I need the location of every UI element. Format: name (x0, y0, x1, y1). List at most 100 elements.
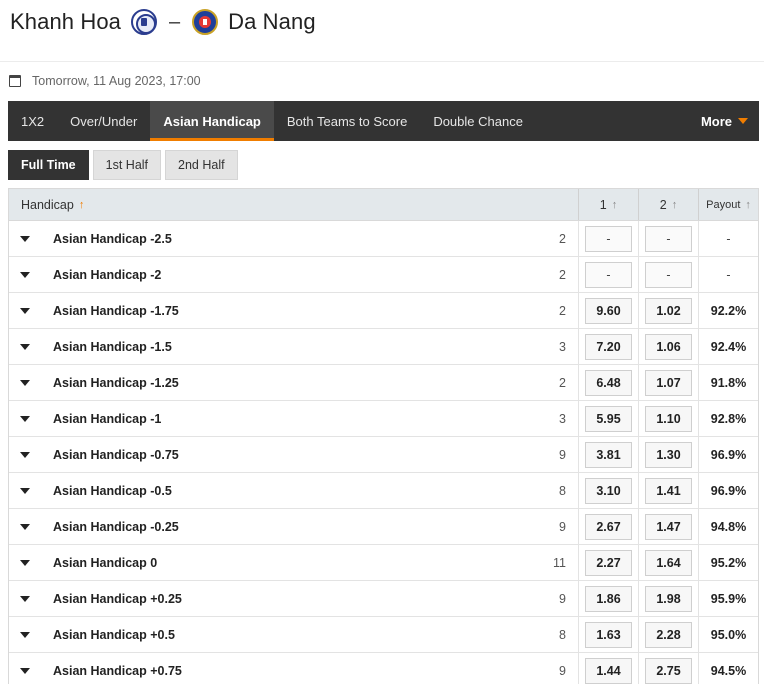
odd-1-button[interactable]: 6.48 (585, 369, 632, 396)
tab-double-chance[interactable]: Double Chance (420, 101, 536, 141)
handicap-cell[interactable]: Asian Handicap +0.5 8 (9, 617, 578, 652)
handicap-cell[interactable]: Asian Handicap -2.5 2 (9, 221, 578, 256)
tab-asian-handicap[interactable]: Asian Handicap (150, 101, 274, 141)
expand-triangle-icon[interactable] (20, 379, 30, 386)
match-title: Khanh Hoa – Da Nang (10, 6, 316, 38)
handicap-cell[interactable]: Asian Handicap 0 11 (9, 545, 578, 580)
odd-1-cell: 6.48 (578, 365, 638, 400)
handicap-cell[interactable]: Asian Handicap -1.25 2 (9, 365, 578, 400)
table-body: Asian Handicap -2.5 2- - - Asian Handicap -2… (9, 221, 758, 684)
handicap-cell[interactable]: Asian Handicap +0.75 9 (9, 653, 578, 684)
odd-1-cell: - (578, 257, 638, 292)
odd-2-button[interactable]: 1.64 (645, 549, 692, 576)
expand-triangle-icon[interactable] (20, 559, 30, 566)
bookmaker-count: 3 (559, 339, 566, 354)
payout-value: 96.9% (698, 473, 758, 508)
odd-1-button[interactable]: 9.60 (585, 297, 632, 324)
odd-1-button[interactable]: 1.44 (585, 657, 632, 684)
header-payout-label: Payout (706, 198, 741, 211)
expand-triangle-icon[interactable] (20, 631, 30, 638)
odd-1-button[interactable]: 3.10 (585, 477, 632, 504)
odd-2-button[interactable]: 1.98 (645, 585, 692, 612)
odd-1-button[interactable]: 2.27 (585, 549, 632, 576)
odd-1-cell: - (578, 221, 638, 256)
odd-1-button[interactable]: 5.95 (585, 405, 632, 432)
sort-up-icon: ↑ (78, 198, 85, 211)
expand-triangle-icon[interactable] (20, 595, 30, 602)
payout-value: 95.9% (698, 581, 758, 616)
expand-triangle-icon[interactable] (20, 415, 30, 422)
match-datetime: Tomorrow, 11 Aug 2023, 17:00 (32, 74, 201, 88)
odd-2-button[interactable]: 2.28 (645, 621, 692, 648)
period-1st-half[interactable]: 1st Half (92, 150, 162, 180)
expand-triangle-icon[interactable] (20, 451, 30, 458)
odd-1-button[interactable]: 1.63 (585, 621, 632, 648)
odd-1-button[interactable]: 1.86 (585, 585, 632, 612)
payout-value: 92.4% (698, 329, 758, 364)
tab-over-under[interactable]: Over/Under (57, 101, 150, 141)
odd-1-button[interactable]: 7.20 (585, 333, 632, 360)
handicap-cell[interactable]: Asian Handicap -1.75 2 (9, 293, 578, 328)
away-team-name[interactable]: Da Nang (228, 9, 316, 35)
odd-2-cell: 2.28 (638, 617, 698, 652)
odd-2-button[interactable]: - (645, 225, 692, 252)
handicap-cell[interactable]: Asian Handicap -1 3 (9, 401, 578, 436)
odd-2-button[interactable]: 2.75 (645, 657, 692, 684)
period-full-time[interactable]: Full Time (8, 150, 89, 180)
header-col-1[interactable]: 1 ↑ (578, 189, 638, 220)
odd-2-button[interactable]: 1.41 (645, 477, 692, 504)
expand-triangle-icon[interactable] (20, 523, 30, 530)
handicap-cell[interactable]: Asian Handicap -0.5 8 (9, 473, 578, 508)
handicap-cell[interactable]: Asian Handicap -0.25 9 (9, 509, 578, 544)
odd-2-button[interactable]: 1.30 (645, 441, 692, 468)
odd-1-button[interactable]: - (585, 261, 632, 288)
bookmaker-count: 3 (559, 411, 566, 426)
handicap-label: Asian Handicap +0.5 (53, 627, 175, 642)
odd-1-cell: 3.10 (578, 473, 638, 508)
away-team-crest-icon (192, 9, 219, 35)
expand-triangle-icon[interactable] (20, 235, 30, 242)
odd-2-button[interactable]: 1.07 (645, 369, 692, 396)
expand-triangle-icon[interactable] (20, 271, 30, 278)
table-row: Asian Handicap -1 3 5.95 1.10 92.8% (9, 401, 758, 437)
more-tabs-button[interactable]: More (688, 101, 759, 141)
odd-2-button[interactable]: 1.47 (645, 513, 692, 540)
expand-triangle-icon[interactable] (20, 343, 30, 350)
payout-value: 95.2% (698, 545, 758, 580)
header-handicap[interactable]: Handicap ↑ (9, 189, 578, 220)
table-row: Asian Handicap -1.25 2 6.48 1.07 91.8% (9, 365, 758, 401)
handicap-cell[interactable]: Asian Handicap -0.75 9 (9, 437, 578, 472)
payout-value: 94.5% (698, 653, 758, 684)
expand-triangle-icon[interactable] (20, 667, 30, 674)
handicap-label: Asian Handicap -0.5 (53, 483, 172, 498)
handicap-label: Asian Handicap -0.75 (53, 447, 179, 462)
odd-2-button[interactable]: 1.06 (645, 333, 692, 360)
handicap-cell[interactable]: Asian Handicap -1.5 3 (9, 329, 578, 364)
period-2nd-half[interactable]: 2nd Half (165, 150, 238, 180)
odd-1-button[interactable]: 2.67 (585, 513, 632, 540)
handicap-cell[interactable]: Asian Handicap -2 2 (9, 257, 578, 292)
team-separator: – (169, 10, 181, 33)
header-payout[interactable]: Payout ↑ (698, 189, 758, 220)
table-row: Asian Handicap -2 2- - - (9, 257, 758, 293)
period-selector: Full Time 1st Half 2nd Half (8, 150, 238, 180)
tab-both-teams-to-score[interactable]: Both Teams to Score (274, 101, 420, 141)
odd-2-button[interactable]: - (645, 261, 692, 288)
odd-1-button[interactable]: 3.81 (585, 441, 632, 468)
odd-2-button[interactable]: 1.10 (645, 405, 692, 432)
header-col-2[interactable]: 2 ↑ (638, 189, 698, 220)
odd-2-cell: 1.64 (638, 545, 698, 580)
odds-table: Handicap ↑ 1 ↑ 2 ↑ Payout ↑ Asian Handic… (8, 188, 759, 684)
expand-triangle-icon[interactable] (20, 307, 30, 314)
table-row: Asian Handicap -1.75 2 9.60 1.02 92.2% (9, 293, 758, 329)
home-team-name[interactable]: Khanh Hoa (10, 9, 121, 35)
handicap-cell[interactable]: Asian Handicap +0.25 9 (9, 581, 578, 616)
odd-1-button[interactable]: - (585, 225, 632, 252)
odd-2-button[interactable]: 1.02 (645, 297, 692, 324)
expand-triangle-icon[interactable] (20, 487, 30, 494)
payout-value: 94.8% (698, 509, 758, 544)
handicap-label: Asian Handicap -1.5 (53, 339, 172, 354)
odd-1-cell: 7.20 (578, 329, 638, 364)
tab-1x2[interactable]: 1X2 (8, 101, 57, 141)
market-tabs: 1X2 Over/Under Asian Handicap Both Teams… (8, 101, 759, 141)
